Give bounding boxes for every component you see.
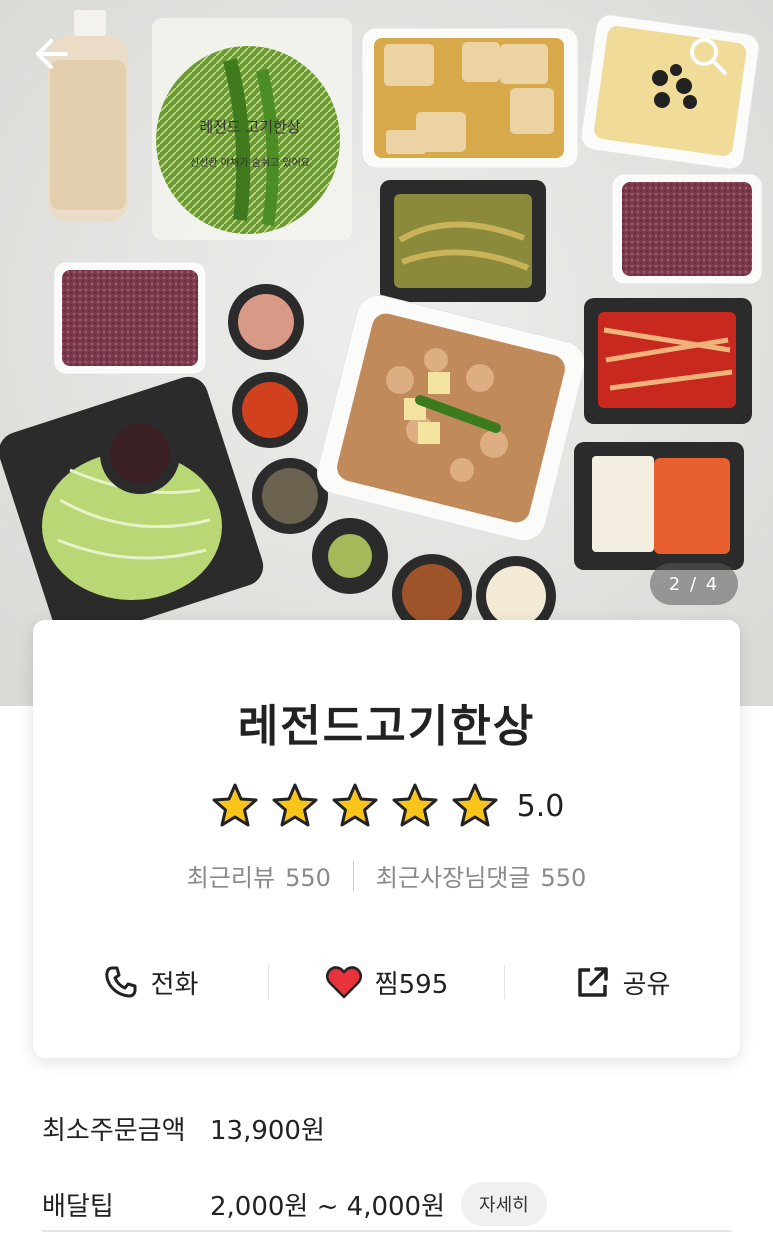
pickle-container [380, 180, 546, 302]
owner-reply-link[interactable]: 최근사장님댓글 550 [376, 858, 586, 893]
tofu-kimchi-container [574, 442, 744, 570]
like-count: 595 [398, 969, 449, 1000]
star-icon [452, 783, 498, 827]
image-pager: 2 / 4 [650, 563, 738, 605]
bag-label: 레전드 고기한상 [199, 118, 301, 136]
star-icon [272, 783, 318, 827]
call-label: 전화 [150, 969, 199, 1000]
recent-review-count: 550 [285, 864, 331, 892]
store-name: 레전드고기한상 [237, 701, 536, 752]
like-label: 찜 [374, 969, 399, 1000]
tofu-soup-container [361, 27, 579, 169]
heart-icon [325, 966, 362, 999]
hero-image: 레전드 고기한상 신선한 야채가 숨쉬고 있어요 2 / 4 [0, 0, 773, 706]
recent-review-label: 최근리뷰 [186, 864, 276, 892]
share-button[interactable]: 공유 [505, 964, 740, 1001]
star-icon [212, 783, 258, 827]
min-order-row: 최소주문금액 13,900원 [42, 1090, 732, 1166]
rice-container-right [611, 173, 763, 285]
min-order-value: 13,900원 [210, 1115, 325, 1146]
phone-icon [104, 966, 137, 998]
bag-tagline: 신선한 야채가 숨쉬고 있어요 [190, 157, 310, 169]
review-counts: 최근리뷰 550 최근사장님댓글 550 [33, 858, 740, 893]
delivery-info: 최소주문금액 13,900원 배달팁 2,000원 ~ 4,000원 자세히 [42, 1090, 732, 1242]
section-divider [42, 1230, 732, 1232]
share-label: 공유 [622, 969, 671, 1000]
rating-row: 5.0 [33, 780, 740, 832]
min-order-label: 최소주문금액 [42, 1115, 186, 1146]
search-icon [690, 38, 727, 75]
radish-kimchi-container [584, 298, 752, 424]
delivery-tip-label: 배달팁 [42, 1191, 114, 1222]
owner-reply-label: 최근사장님댓글 [375, 864, 531, 892]
owner-reply-count: 550 [540, 864, 587, 892]
like-button[interactable]: 찜595 [269, 964, 504, 1001]
star-icon [392, 783, 438, 827]
rice-container-left [53, 261, 207, 375]
delivery-tip-value: 2,000원 ~ 4,000원 [210, 1191, 446, 1222]
back-button[interactable] [32, 34, 88, 90]
store-info-card: 레전드고기한상 5.0 최근리뷰 550 최근사장님댓글 550 전화 찜595 [33, 620, 740, 1058]
search-button[interactable] [686, 34, 742, 90]
star-icon [332, 783, 378, 827]
rating-score: 5.0 [516, 788, 565, 824]
recent-review-link[interactable]: 최근리뷰 550 [187, 858, 331, 893]
call-button[interactable]: 전화 [33, 964, 268, 1001]
action-bar: 전화 찜595 공유 [33, 952, 740, 1012]
divider [352, 860, 354, 891]
arrow-left-icon [36, 39, 68, 69]
delivery-tip-detail-button[interactable]: 자세히 [461, 1182, 547, 1226]
vegetable-bag: 레전드 고기한상 신선한 야채가 숨쉬고 있어요 [152, 18, 352, 240]
share-icon [577, 967, 608, 997]
